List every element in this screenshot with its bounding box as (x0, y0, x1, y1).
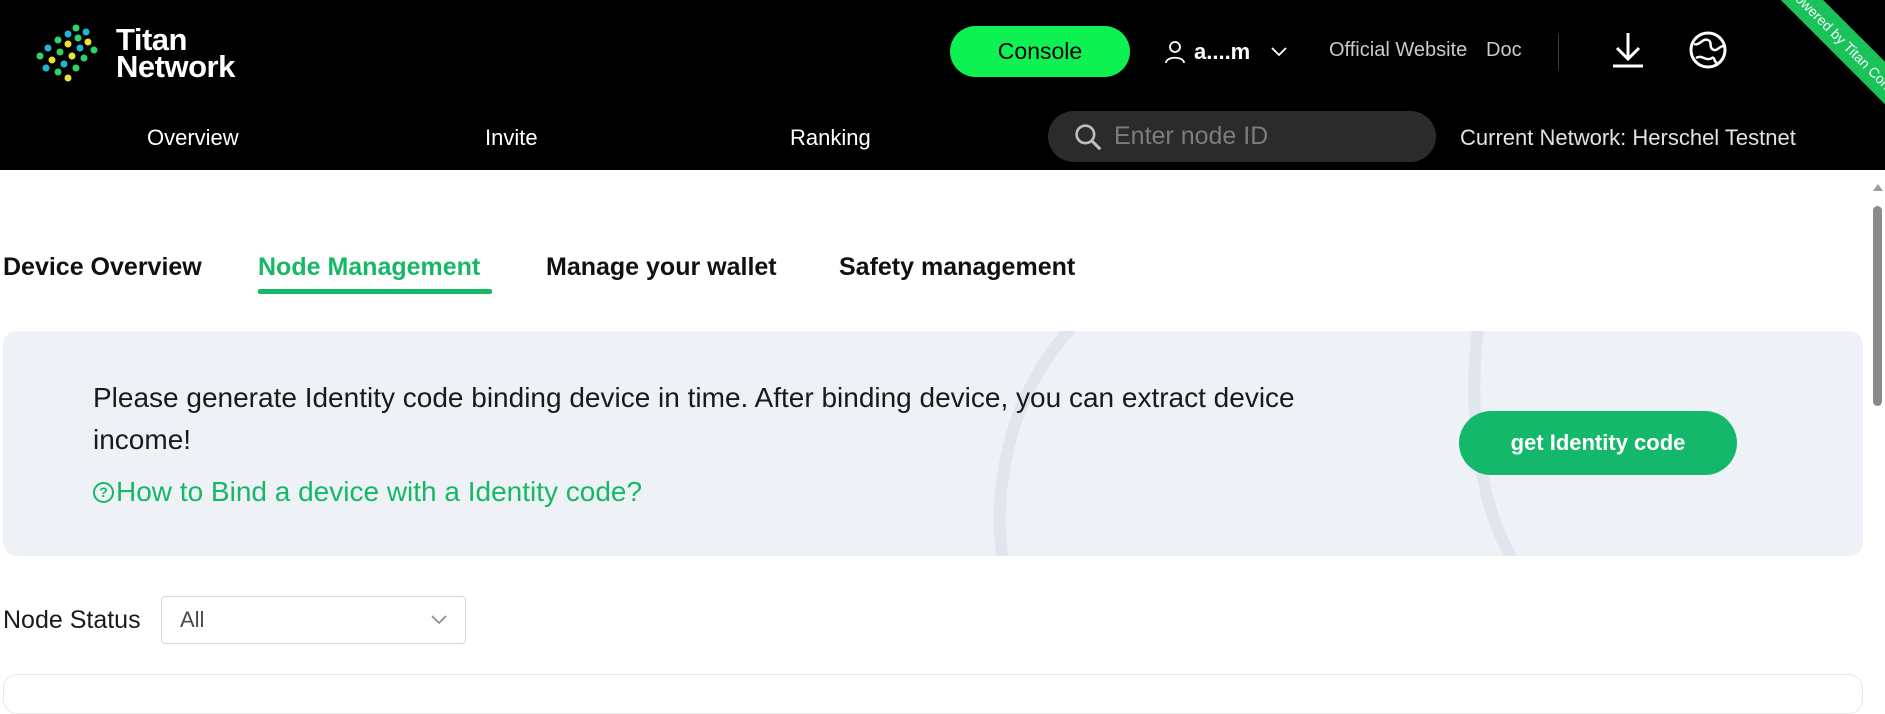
logo-wordmark: Titan Network (116, 24, 235, 84)
logo-line-2: Network (116, 49, 235, 84)
help-icon: ? (93, 481, 114, 503)
identity-code-banner: Please generate Identity code binding de… (3, 331, 1863, 556)
console-button[interactable]: Console (950, 26, 1130, 77)
nav-ranking[interactable]: Ranking (790, 125, 871, 151)
user-icon (1165, 41, 1185, 64)
titan-network-logo[interactable]: Titan Network (36, 24, 266, 84)
doc-link[interactable]: Doc (1486, 39, 1522, 62)
current-network-label: Current Network: Herschel Testnet (1460, 125, 1796, 150)
bind-device-help-link[interactable]: ? How to Bind a device with a Identity c… (93, 476, 642, 508)
node-status-selected-value: All (180, 607, 205, 632)
node-id-input[interactable] (1114, 122, 1436, 151)
scroll-thumb[interactable] (1873, 206, 1882, 406)
node-list-card (3, 674, 1863, 714)
get-identity-code-button[interactable]: get Identity code (1459, 411, 1737, 475)
banner-message: Please generate Identity code binding de… (93, 382, 1295, 455)
user-account-menu[interactable]: a....m (1164, 34, 1288, 70)
top-header: Titan Network Console a....m Official We… (0, 0, 1885, 170)
help-link-text: How to Bind a device with a Identity cod… (116, 476, 643, 507)
search-icon (1075, 123, 1102, 150)
tab-safety-management[interactable]: Safety management (839, 253, 1075, 282)
active-tab-indicator (258, 289, 492, 294)
page-scrollbar[interactable] (1870, 170, 1885, 685)
node-status-select[interactable]: All (161, 596, 466, 644)
node-search-box[interactable] (1048, 111, 1436, 162)
official-website-link[interactable]: Official Website (1329, 39, 1467, 62)
header-divider (1558, 34, 1559, 70)
tab-node-management[interactable]: Node Management (258, 253, 480, 282)
globe-icon[interactable] (1686, 28, 1730, 72)
download-icon[interactable] (1606, 28, 1650, 72)
node-status-label: Node Status (3, 606, 141, 634)
scroll-up-arrow[interactable] (1873, 184, 1883, 191)
tab-manage-wallet[interactable]: Manage your wallet (546, 253, 777, 282)
nav-overview[interactable]: Overview (147, 125, 239, 151)
chevron-down-icon (431, 615, 447, 625)
nav-invite[interactable]: Invite (485, 125, 538, 151)
titan-logo-icon (36, 24, 98, 82)
user-name: a....m (1194, 39, 1251, 64)
chevron-down-icon (1271, 47, 1287, 57)
tab-device-overview[interactable]: Device Overview (3, 253, 202, 282)
